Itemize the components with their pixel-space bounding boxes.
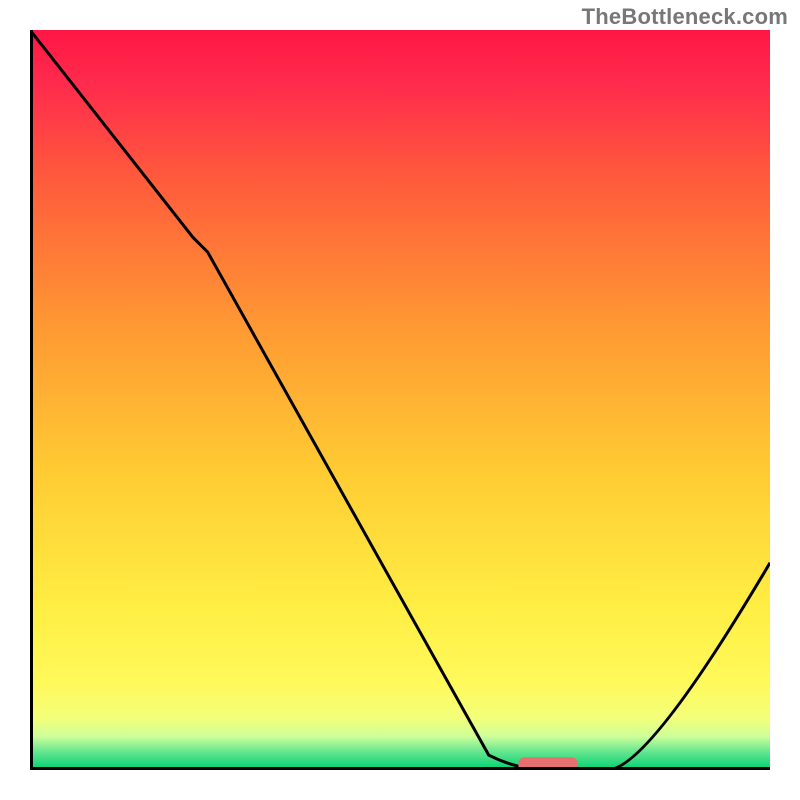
attribution-text: TheBottleneck.com	[582, 4, 788, 30]
chart-svg	[30, 30, 770, 770]
bottleneck-chart	[30, 30, 770, 770]
chart-background	[30, 30, 770, 770]
